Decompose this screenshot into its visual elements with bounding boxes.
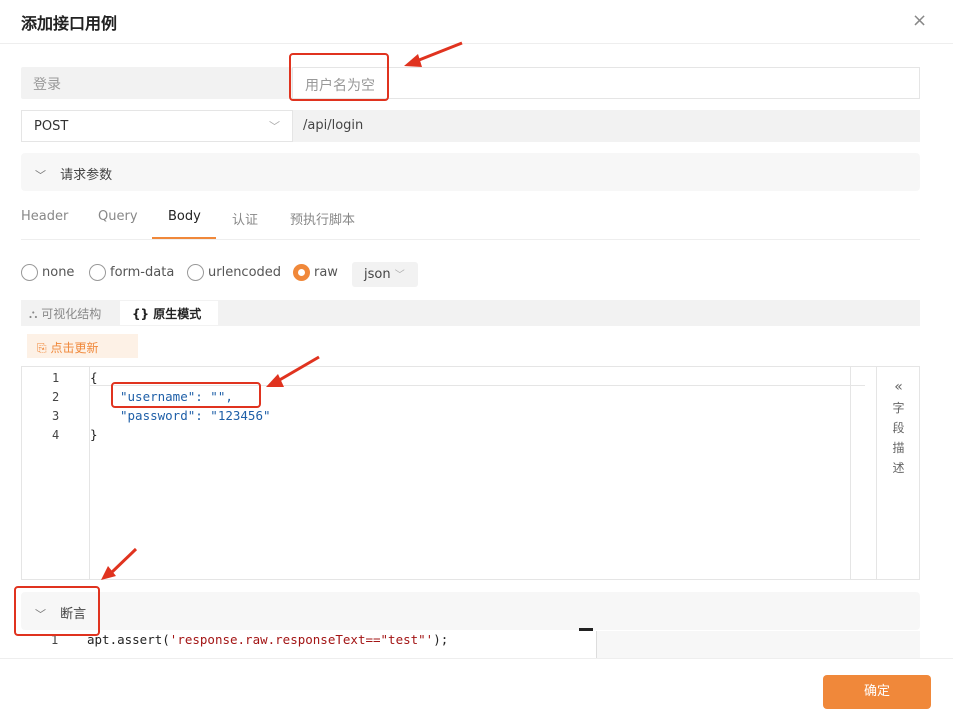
method-select[interactable]: POST ﹀ bbox=[21, 110, 293, 142]
editor-cursor bbox=[579, 628, 593, 631]
tab-pre-script[interactable]: 预执行脚本 bbox=[290, 209, 355, 228]
confirm-button[interactable]: 确定 bbox=[823, 675, 931, 709]
assert-side-panel bbox=[596, 631, 920, 659]
line-number: 1 bbox=[52, 371, 60, 385]
radio-circle-icon bbox=[187, 264, 204, 281]
radio-checked-icon bbox=[293, 264, 310, 281]
double-chevron-left-icon: « bbox=[894, 379, 903, 395]
chevron-down-icon: ﹀ bbox=[269, 120, 280, 133]
radio-form-data[interactable]: form-data bbox=[89, 264, 174, 284]
mode-switch: ⛬ 可视化结构 {} 原生模式 bbox=[21, 300, 920, 326]
tab-auth[interactable]: 认证 bbox=[232, 209, 258, 228]
chevron-down-icon: ﹀ bbox=[394, 270, 405, 281]
panel-label-char: 描 bbox=[892, 441, 905, 455]
raw-mode-button[interactable]: {} 原生模式 bbox=[120, 301, 218, 325]
refresh-button[interactable]: ⎘ 点击更新 bbox=[27, 334, 138, 358]
field-description-toggle[interactable]: « 字 段 描 述 bbox=[876, 367, 920, 579]
dialog-footer bbox=[0, 658, 953, 720]
url-field[interactable]: /api/login bbox=[293, 110, 920, 142]
line-gutter: 1 2 3 4 bbox=[22, 367, 90, 579]
tab-header[interactable]: Header bbox=[21, 209, 68, 224]
line-number: 2 bbox=[52, 390, 60, 404]
panel-label-char: 段 bbox=[892, 421, 905, 435]
radio-none[interactable]: none bbox=[21, 264, 74, 284]
group-name-field[interactable]: 登录 bbox=[21, 67, 292, 99]
request-params-label: 请求参数 bbox=[60, 168, 113, 183]
assert-editor[interactable]: 1 apt.assert('response.raw.responseText=… bbox=[21, 628, 920, 659]
highlight-box bbox=[14, 586, 100, 636]
close-icon[interactable]: × bbox=[912, 10, 927, 31]
vertical-scrollbar[interactable] bbox=[850, 367, 866, 579]
tab-body[interactable]: Body bbox=[168, 209, 201, 224]
assert-code: apt.assert('response.raw.responseText=="… bbox=[87, 632, 449, 647]
refresh-icon: ⎘ bbox=[37, 341, 47, 355]
tree-icon: ⛬ bbox=[29, 307, 38, 321]
highlight-box bbox=[289, 53, 389, 101]
method-value: POST bbox=[34, 119, 69, 134]
line-number: 4 bbox=[52, 428, 60, 442]
radio-circle-icon bbox=[21, 264, 38, 281]
assert-header[interactable]: ﹀ 断言 bbox=[21, 592, 920, 630]
body-tabs: Header Query Body 认证 预执行脚本 bbox=[21, 200, 920, 240]
annotation-arrow bbox=[404, 41, 463, 67]
dialog-header: 添加接口用例 × bbox=[0, 0, 953, 44]
chevron-down-icon: ﹀ bbox=[35, 169, 46, 182]
code-line: { bbox=[90, 370, 98, 385]
radio-circle-icon bbox=[89, 264, 106, 281]
panel-label-char: 字 bbox=[892, 401, 905, 415]
string-literal: 'response.raw.responseText=="test"' bbox=[169, 632, 434, 647]
panel-label-char: 述 bbox=[892, 461, 905, 475]
highlight-box bbox=[111, 382, 261, 408]
tab-query[interactable]: Query bbox=[98, 209, 138, 224]
dialog-title: 添加接口用例 bbox=[21, 14, 118, 33]
braces-icon: {} bbox=[132, 307, 150, 321]
radio-urlencoded[interactable]: urlencoded bbox=[187, 264, 281, 284]
code-line: "password": "123456" bbox=[120, 408, 271, 423]
line-number: 3 bbox=[52, 409, 60, 423]
radio-raw[interactable]: raw bbox=[293, 264, 338, 284]
code-line: } bbox=[90, 427, 98, 442]
active-tab-indicator bbox=[152, 237, 216, 239]
visual-mode-button[interactable]: ⛬ 可视化结构 bbox=[29, 305, 101, 322]
raw-format-select[interactable]: json ﹀ bbox=[352, 262, 418, 287]
request-params-header[interactable]: ﹀ 请求参数 bbox=[21, 153, 920, 191]
